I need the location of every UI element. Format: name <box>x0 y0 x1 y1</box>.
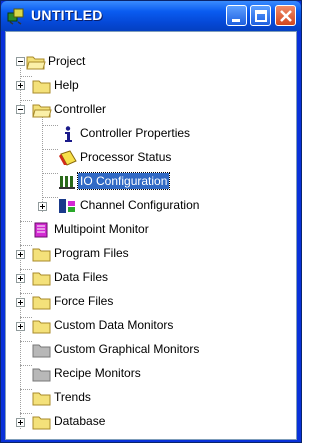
tree-node-data-files[interactable]: Data Files <box>52 269 110 285</box>
close-button[interactable] <box>275 5 296 26</box>
tree-node-processor-status[interactable]: Processor Status <box>78 149 173 165</box>
window-title: UNTITLED <box>31 7 103 23</box>
folder-icon <box>32 296 51 310</box>
tree-node-io-configuration[interactable]: IO Configuration <box>76 172 171 190</box>
processor-status-icon <box>59 150 77 166</box>
tree-line <box>20 293 32 294</box>
tree-line <box>20 341 32 342</box>
folder-icon <box>32 392 51 406</box>
multipoint-monitor-icon <box>34 222 48 238</box>
project-window: UNTITLED Project Help Controller Control… <box>0 0 302 443</box>
tree-node-trends[interactable]: Trends <box>52 389 93 405</box>
tree-node-controller-properties[interactable]: Controller Properties <box>78 125 192 141</box>
tree-line <box>42 173 58 174</box>
minimize-icon <box>232 19 240 22</box>
expand-toggle-help[interactable] <box>16 81 25 90</box>
expand-toggle-database[interactable] <box>16 418 25 427</box>
folder-icon <box>32 320 51 334</box>
expand-toggle-program-files[interactable] <box>16 250 25 259</box>
io-configuration-icon <box>59 176 75 189</box>
minimize-button[interactable] <box>226 5 247 26</box>
folder-icon <box>32 248 51 262</box>
app-icon <box>7 8 24 25</box>
tree-node-recipe-monitors[interactable]: Recipe Monitors <box>52 365 143 381</box>
folder-icon <box>32 416 51 430</box>
collapse-toggle-controller[interactable] <box>16 105 25 114</box>
folder-icon <box>32 272 51 286</box>
tree-line <box>42 125 58 126</box>
maximize-icon <box>255 10 267 22</box>
tree-node-multipoint-monitor[interactable]: Multipoint Monitor <box>52 221 151 237</box>
disabled-folder-icon <box>32 344 51 358</box>
tree-line <box>20 365 32 366</box>
tree-node-project[interactable]: Project <box>46 53 87 69</box>
tree-line <box>20 317 32 318</box>
open-folder-icon <box>32 104 52 118</box>
tree-line <box>20 76 32 77</box>
tree-line <box>42 197 58 198</box>
tree-node-help[interactable]: Help <box>52 77 81 93</box>
tree-line <box>20 100 32 101</box>
expand-toggle-data-files[interactable] <box>16 274 25 283</box>
close-icon <box>280 10 292 22</box>
tree-line <box>20 413 32 414</box>
info-icon <box>65 126 72 142</box>
collapse-toggle-project[interactable] <box>16 57 25 66</box>
tree-node-controller[interactable]: Controller <box>52 101 108 117</box>
expand-toggle-custom-data-monitors[interactable] <box>16 322 25 331</box>
tree-line <box>20 221 32 222</box>
tree-node-program-files[interactable]: Program Files <box>52 245 131 261</box>
disabled-folder-icon <box>32 368 51 382</box>
tree-node-channel-configuration[interactable]: Channel Configuration <box>78 197 201 213</box>
tree-node-force-files[interactable]: Force Files <box>52 293 115 309</box>
open-folder-icon <box>26 56 46 70</box>
channel-configuration-icon <box>59 199 75 213</box>
expand-toggle-channel-configuration[interactable] <box>38 202 47 211</box>
maximize-button[interactable] <box>250 5 271 26</box>
tree-line <box>20 269 32 270</box>
tree-view-pane: Project Help Controller Controller Prope… <box>5 31 297 440</box>
tree-line <box>20 245 32 246</box>
tree-line <box>42 149 58 150</box>
tree-node-custom-data-monitors[interactable]: Custom Data Monitors <box>52 317 175 333</box>
expand-toggle-force-files[interactable] <box>16 298 25 307</box>
tree-node-custom-graphical-monitors[interactable]: Custom Graphical Monitors <box>52 341 201 357</box>
project-tree[interactable]: Project Help Controller Controller Prope… <box>6 32 296 439</box>
tree-line <box>20 389 32 390</box>
tree-line <box>20 68 21 429</box>
title-bar[interactable]: UNTITLED <box>1 1 301 31</box>
folder-icon <box>32 80 51 94</box>
tree-node-database[interactable]: Database <box>52 413 107 429</box>
